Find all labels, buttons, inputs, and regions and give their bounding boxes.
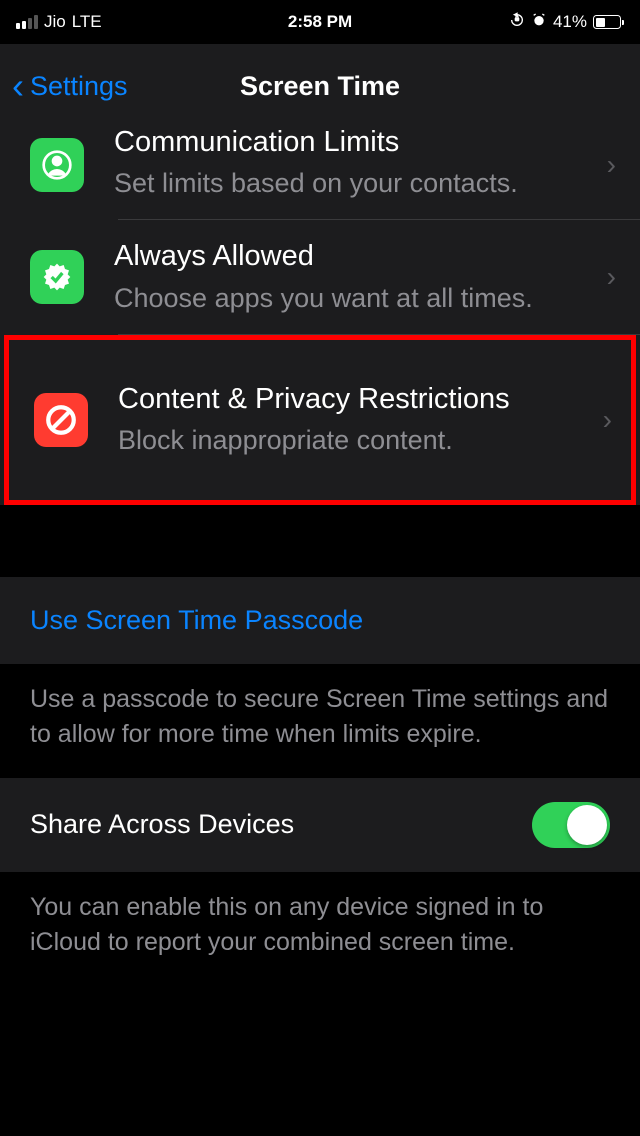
row-title: Content & Privacy Restrictions [118,381,593,417]
row-title: Communication Limits [114,124,597,160]
action-label: Use Screen Time Passcode [30,605,610,636]
page-title: Screen Time [240,71,400,102]
orientation-lock-icon [509,12,525,33]
status-left: Jio LTE [16,12,102,32]
checkmark-seal-icon [30,250,84,304]
back-label: Settings [30,71,128,102]
chevron-right-icon: › [603,404,612,436]
battery-icon [593,15,624,29]
nav-bar: ‹ Settings Screen Time [0,44,640,128]
back-button[interactable]: ‹ Settings [12,68,128,104]
row-use-passcode[interactable]: Use Screen Time Passcode [0,577,640,664]
toggle-label: Share Across Devices [30,809,294,840]
row-subtitle: Set limits based on your contacts. [114,166,597,201]
row-always-allowed[interactable]: Always Allowed Choose apps you want at a… [0,220,640,333]
no-sign-icon [34,393,88,447]
chevron-right-icon: › [607,261,616,293]
row-subtitle: Block inappropriate content. [118,423,593,458]
carrier-label: Jio [44,12,66,32]
share-footer: You can enable this on any device signed… [0,872,640,986]
clock: 2:58 PM [288,12,352,32]
status-bar: Jio LTE 2:58 PM 41% [0,0,640,44]
row-subtitle: Choose apps you want at all times. [114,281,597,316]
signal-icon [16,15,38,29]
chevron-right-icon: › [607,149,616,181]
settings-group: Communication Limits Set limits based on… [0,128,640,505]
row-content-privacy[interactable]: Content & Privacy Restrictions Block ina… [4,335,636,505]
row-share-devices: Share Across Devices [0,778,640,872]
row-communication-limits[interactable]: Communication Limits Set limits based on… [0,128,640,219]
chevron-left-icon: ‹ [12,68,24,104]
status-right: 41% [509,12,624,33]
share-devices-toggle[interactable] [532,802,610,848]
battery-percent: 41% [553,12,587,32]
row-title: Always Allowed [114,238,597,274]
passcode-footer: Use a passcode to secure Screen Time set… [0,664,640,778]
network-label: LTE [72,12,102,32]
alarm-icon [531,12,547,33]
person-circle-icon [30,138,84,192]
